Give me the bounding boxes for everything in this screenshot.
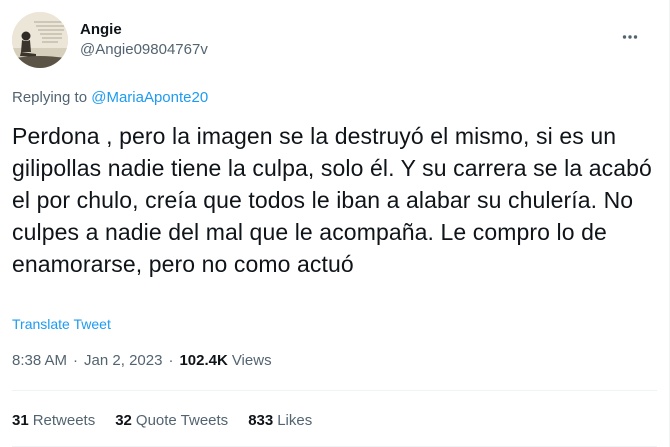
avatar[interactable] — [12, 12, 68, 68]
replying-to-label: Replying to — [12, 89, 88, 106]
tweet: Angie @Angie09804767v Replying to @Maria… — [0, 0, 670, 447]
author-names: Angie @Angie09804767v — [80, 20, 208, 60]
quote-tweets-count: 32 — [115, 412, 132, 429]
tweet-date[interactable]: Jan 2, 2023 — [84, 351, 162, 371]
translate-tweet-link[interactable]: Translate Tweet — [12, 315, 111, 333]
meta-separator: · — [168, 352, 174, 369]
engagement-stats: 31 Retweets 32 Quote Tweets 833 Likes — [12, 411, 332, 431]
divider — [12, 390, 657, 391]
likes-label: Likes — [277, 412, 313, 429]
retweets-label: Retweets — [32, 412, 96, 429]
quote-tweets-label: Quote Tweets — [135, 412, 229, 429]
more-icon — [622, 35, 638, 39]
views-label: Views — [231, 352, 272, 369]
avatar-image — [12, 12, 68, 68]
author-display-name[interactable]: Angie — [80, 20, 208, 40]
likes-stat[interactable]: 833 Likes — [248, 411, 312, 431]
reply-mention-link[interactable]: @MariaAponte20 — [91, 89, 208, 106]
meta-separator: · — [73, 352, 79, 369]
replying-to: Replying to @MariaAponte20 — [12, 88, 208, 108]
author-handle[interactable]: @Angie09804767v — [80, 40, 208, 60]
retweets-stat[interactable]: 31 Retweets — [12, 411, 95, 431]
likes-count: 833 — [248, 412, 274, 429]
tweet-text: Perdona , pero la imagen se la destruyó … — [12, 123, 652, 277]
tweet-meta: 8:38 AM · Jan 2, 2023 · 102.4K Views — [12, 351, 272, 371]
tweet-time[interactable]: 8:38 AM — [12, 351, 67, 371]
more-button[interactable] — [613, 20, 647, 54]
quote-tweets-stat[interactable]: 32 Quote Tweets — [115, 411, 228, 431]
tweet-header: Angie @Angie09804767v — [12, 12, 657, 68]
views-count: 102.4K — [179, 352, 228, 369]
retweets-count: 31 — [12, 412, 29, 429]
